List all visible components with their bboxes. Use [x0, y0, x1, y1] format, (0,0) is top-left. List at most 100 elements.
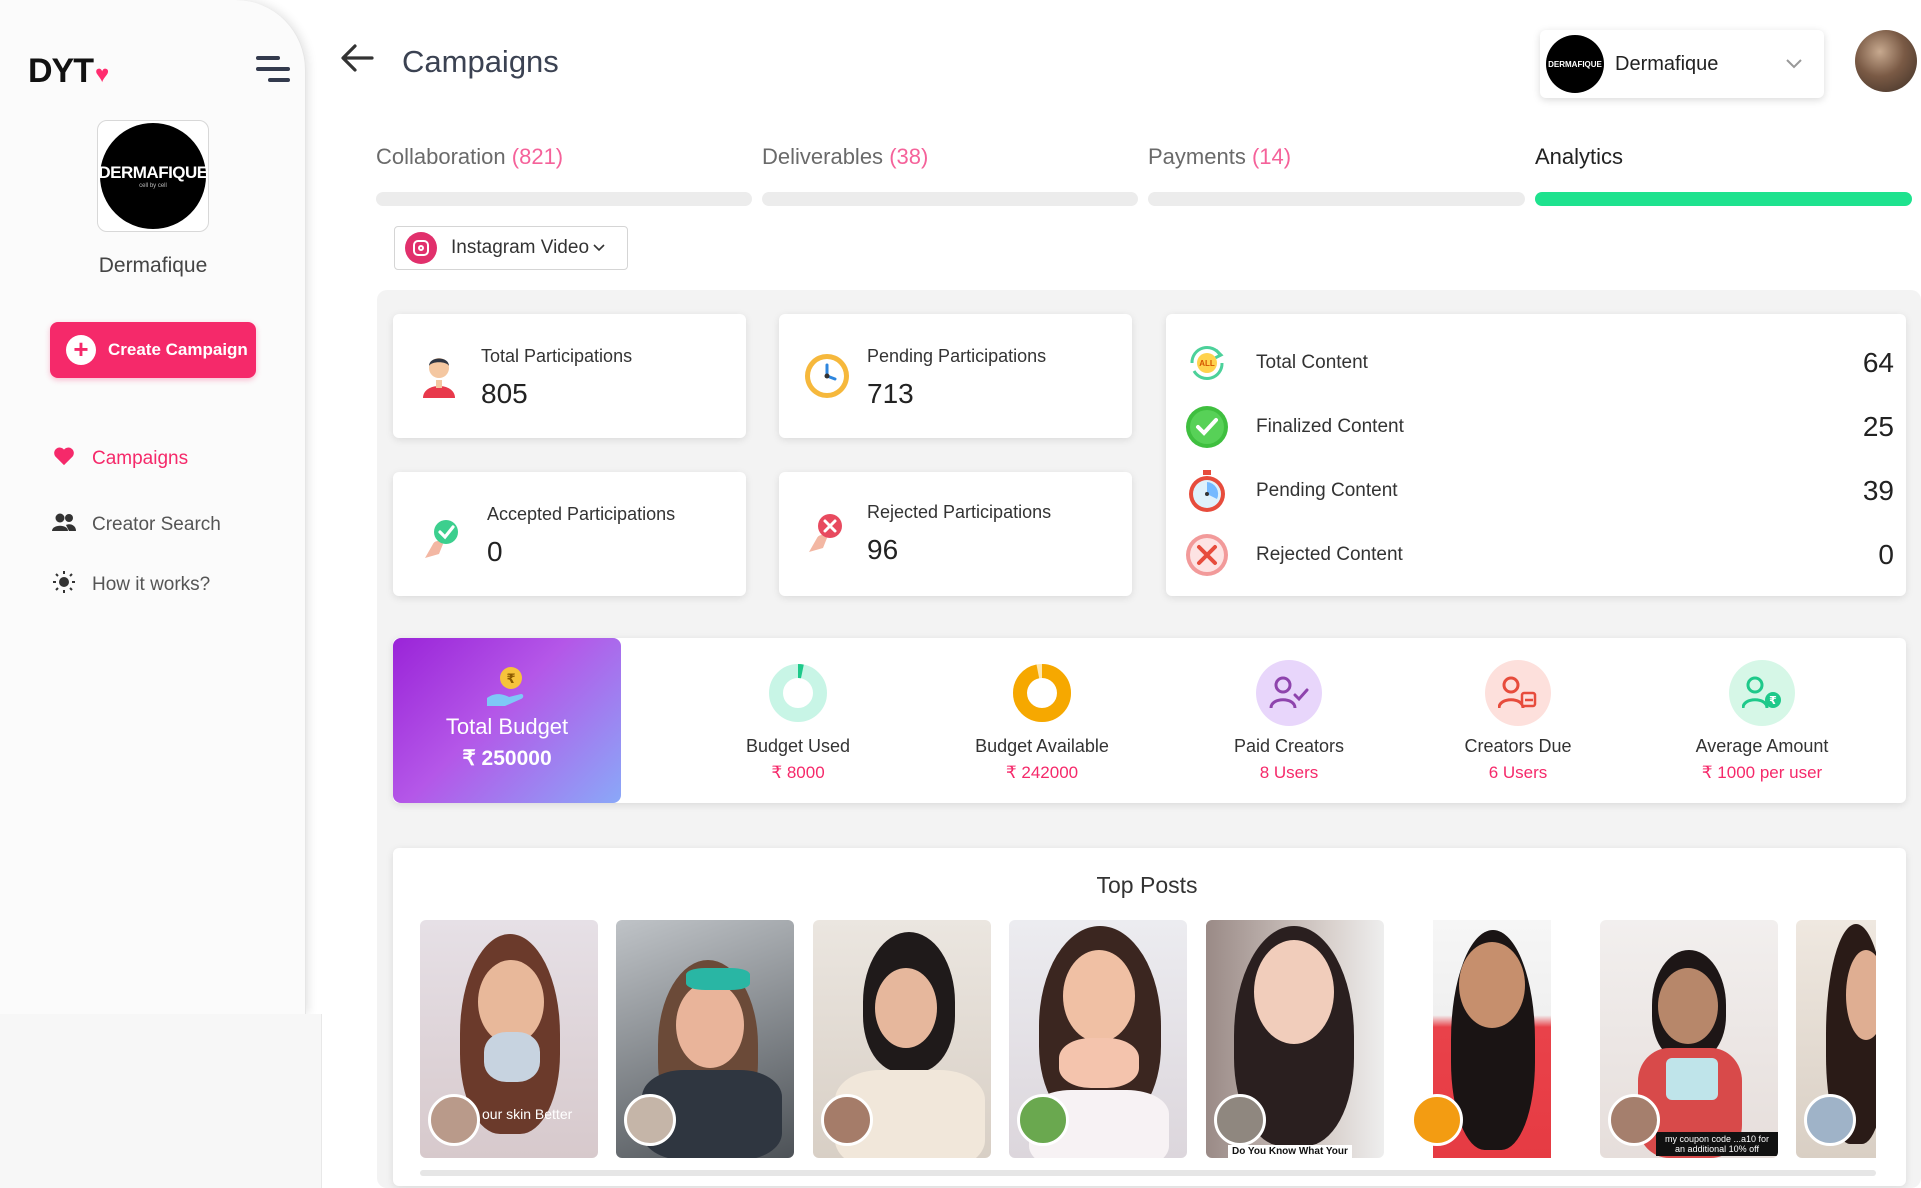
- sidebar: DYT♥ DERMAFIQUE cell by cell Dermafique …: [0, 0, 306, 1014]
- stat-card-total-participations: Total Participations 805: [393, 314, 746, 438]
- stat-value: 713: [867, 378, 914, 409]
- sidebar-item-campaigns[interactable]: Campaigns: [50, 446, 188, 472]
- metric-label: Budget Available: [975, 736, 1109, 756]
- post-caption: my coupon code ...a10 for an additional …: [1656, 1132, 1778, 1156]
- menu-toggle-icon[interactable]: [256, 56, 292, 86]
- metric-label: Paid Creators: [1233, 736, 1345, 756]
- metric-value: ₹ 242000: [1005, 763, 1079, 782]
- creator-avatar[interactable]: [1411, 1094, 1463, 1146]
- svg-text:₹: ₹: [506, 672, 515, 687]
- metric-label: Budget Used: [745, 736, 851, 756]
- chevron-down-icon: [1786, 56, 1802, 72]
- brand-logo-tagline: cell by cell: [139, 183, 167, 189]
- plus-icon: +: [66, 335, 96, 365]
- user-rupee-icon: ₹: [1729, 660, 1795, 726]
- creator-avatar[interactable]: [1608, 1094, 1660, 1146]
- metric-paid-creators: Paid Creators 8 Users: [1199, 660, 1379, 783]
- create-campaign-button[interactable]: + Create Campaign: [50, 322, 256, 378]
- stat-label: Pending Participations: [867, 346, 1047, 366]
- metric-label: Creators Due: [1464, 736, 1572, 756]
- stat-card-pending-participations: Pending Participations 713: [779, 314, 1132, 438]
- top-posts-title: Top Posts: [1096, 872, 1198, 898]
- content-stat-value: 39: [1862, 475, 1894, 506]
- check-circle-icon: [1184, 404, 1230, 450]
- brand-logo-text: DERMAFIQUE: [98, 163, 208, 182]
- post-thumbnail[interactable]: [1796, 920, 1876, 1158]
- user-check-icon: [1256, 660, 1322, 726]
- content-row-finalized: Finalized Content 25: [1184, 402, 1894, 452]
- content-stat-value: 0: [1878, 539, 1894, 570]
- sidebar-item-label: Campaigns: [92, 448, 189, 469]
- metric-label: Average Amount: [1695, 736, 1829, 756]
- post-thumbnail[interactable]: my coupon code ...a10 for an additional …: [1600, 920, 1778, 1158]
- creator-avatar[interactable]: [624, 1094, 676, 1146]
- bulb-icon: [50, 570, 78, 600]
- heart-icon: [50, 446, 78, 472]
- instagram-icon: [405, 232, 437, 264]
- tab-label: Analytics: [1535, 144, 1624, 169]
- platform-select-dropdown[interactable]: Instagram Video: [394, 226, 628, 270]
- creator-avatar[interactable]: [1214, 1094, 1266, 1146]
- stopwatch-icon: [1184, 468, 1230, 514]
- donut-used-icon: [765, 660, 831, 726]
- person-icon: [417, 352, 461, 400]
- x-circle-icon: [1184, 532, 1230, 578]
- tab-collaboration[interactable]: Collaboration (821): [376, 144, 563, 170]
- brand-select-value: Dermafique: [1615, 52, 1719, 75]
- total-budget-label: Total Budget: [445, 714, 569, 739]
- post-thumbnail[interactable]: [1009, 920, 1187, 1158]
- metric-budget-used: Budget Used ₹ 8000: [708, 660, 888, 783]
- post-thumbnail[interactable]: our skin Better: [420, 920, 598, 1158]
- tab-deliverables[interactable]: Deliverables (38): [762, 144, 928, 170]
- accepted-hand-icon: [419, 514, 463, 562]
- creator-avatar[interactable]: [821, 1094, 873, 1146]
- sidebar-footer-area: [0, 1014, 322, 1188]
- tab-indicator-deliverables: [762, 192, 1138, 206]
- metric-value: ₹ 8000: [771, 763, 825, 782]
- post-caption: our skin Better: [482, 1106, 573, 1122]
- post-thumbnail[interactable]: Do You Know What Your: [1206, 920, 1384, 1158]
- app-logo[interactable]: DYT♥: [28, 52, 109, 91]
- sidebar-item-how-it-works[interactable]: How it works?: [50, 570, 210, 600]
- brand-name: Dermafique: [98, 254, 208, 277]
- post-thumbnail[interactable]: [616, 920, 794, 1158]
- metric-creators-due: Creators Due 6 Users: [1428, 660, 1608, 783]
- post-thumbnail[interactable]: [813, 920, 991, 1158]
- tab-indicator-analytics: [1535, 192, 1912, 206]
- stat-label: Rejected Participations: [867, 502, 1052, 522]
- users-icon: [50, 512, 78, 538]
- rupee-hand-icon: ₹: [483, 664, 529, 708]
- back-arrow-icon[interactable]: [340, 40, 374, 82]
- stat-card-accepted-participations: Accepted Participations 0: [393, 472, 746, 596]
- user-avatar[interactable]: [1855, 30, 1917, 92]
- content-row-rejected: Rejected Content 0: [1184, 530, 1894, 580]
- posts-scrollbar[interactable]: [420, 1170, 1876, 1176]
- all-cycle-icon: ALL: [1184, 340, 1230, 386]
- sidebar-item-creator-search[interactable]: Creator Search: [50, 512, 221, 538]
- clock-icon: [803, 352, 849, 400]
- rejected-hand-icon: [803, 508, 847, 556]
- metric-value: 8 Users: [1259, 763, 1319, 782]
- donut-available-icon: [1009, 660, 1075, 726]
- page-title: Campaigns: [402, 44, 559, 79]
- tab-label: Collaboration: [376, 144, 506, 169]
- content-stat-value: 64: [1862, 347, 1894, 378]
- content-row-total: ALL Total Content 64: [1184, 338, 1894, 388]
- tab-count: (14): [1251, 144, 1292, 169]
- chevron-down-icon: [593, 241, 605, 255]
- creator-avatar[interactable]: [1017, 1094, 1069, 1146]
- tab-count: (821): [511, 144, 564, 169]
- tab-analytics[interactable]: Analytics: [1535, 144, 1623, 170]
- logo-text: DYT: [28, 52, 94, 90]
- brand-select-dropdown[interactable]: DERMAFIQUE Dermafique: [1540, 30, 1824, 98]
- creator-avatar[interactable]: [428, 1094, 480, 1146]
- post-thumbnail[interactable]: [1403, 920, 1581, 1158]
- content-stat-label: Rejected Content: [1256, 544, 1403, 565]
- stat-value: 96: [867, 534, 899, 565]
- tab-payments[interactable]: Payments (14): [1148, 144, 1291, 170]
- metric-value: ₹ 1000 per user: [1701, 763, 1823, 782]
- content-row-pending: Pending Content 39: [1184, 466, 1894, 516]
- brand-logo: DERMAFIQUE cell by cell: [97, 120, 209, 232]
- creator-avatar[interactable]: [1804, 1094, 1856, 1146]
- create-campaign-label: Create Campaign: [108, 340, 248, 359]
